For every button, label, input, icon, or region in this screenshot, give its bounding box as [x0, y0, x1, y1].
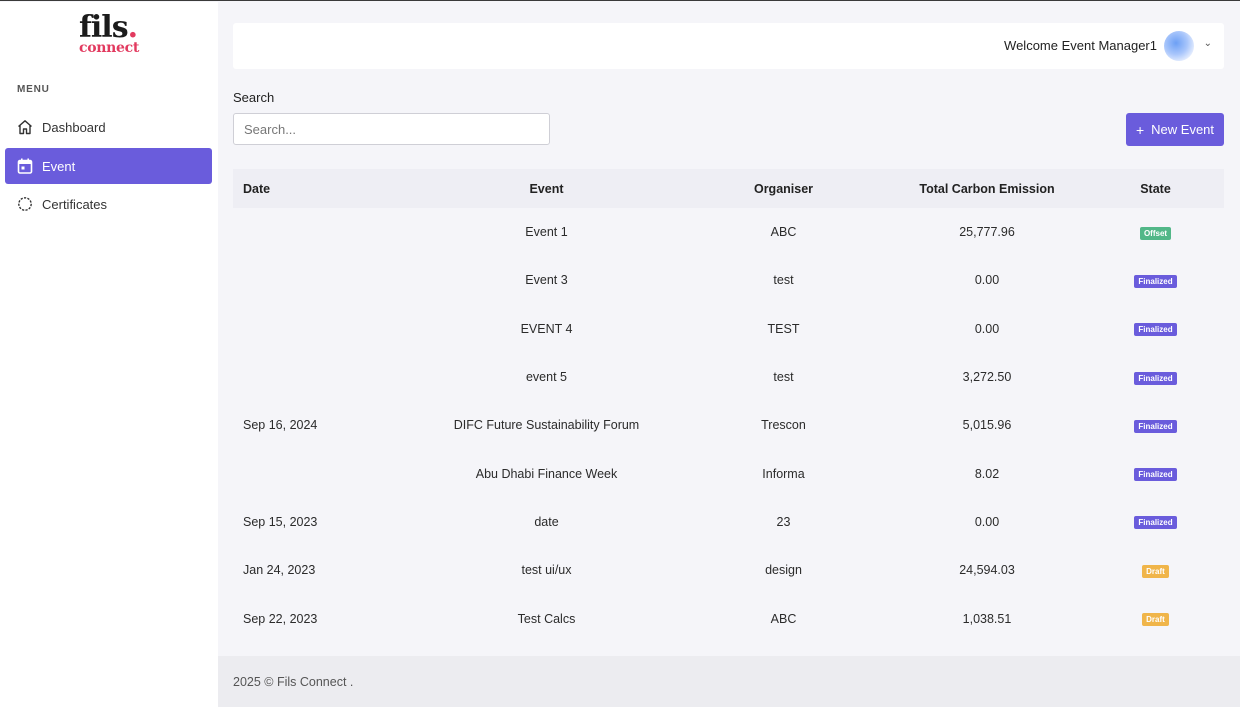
- footer: 2025 © Fils Connect .: [218, 656, 1240, 707]
- cell-state: Finalized: [1087, 321, 1224, 337]
- fils-connect-logo[interactable]: fils. connect: [79, 13, 149, 58]
- table-row[interactable]: event 5 test 3,272.50 Finalized: [233, 353, 1224, 401]
- calendar-icon: [16, 157, 34, 175]
- cell-date: Sep 16, 2024: [243, 418, 318, 433]
- cell-event: test ui/ux: [521, 563, 572, 578]
- cell-date: Sep 22, 2023: [243, 611, 318, 626]
- new-event-label: New Event: [1151, 122, 1215, 137]
- cell-state: Finalized: [1087, 514, 1224, 530]
- column-header-total-carbon-emission[interactable]: Total Carbon Emission: [887, 182, 1087, 196]
- cell-event: Event 1: [525, 225, 568, 240]
- sidebar: fils. connect MENU Dashboard Event Certi…: [0, 2, 218, 707]
- welcome-text: Welcome Event Manager1: [1004, 38, 1157, 53]
- badge-icon: [16, 195, 34, 213]
- table-row[interactable]: Abu Dhabi Finance Week Informa 8.02 Finaliz…: [233, 449, 1224, 497]
- table-header: Date Event Organiser Total Carbon Emissi…: [233, 169, 1224, 208]
- cell-date: Jan 24, 2023: [243, 563, 316, 578]
- table-row[interactable]: Sep 22, 2023 Test Calcs ABC 1,038.51 Draft: [233, 594, 1224, 642]
- sidebar-item-certificates[interactable]: Certificates: [5, 186, 212, 222]
- table-row[interactable]: Event 1 ABC 25,777.96 Offset: [233, 208, 1224, 256]
- cell-event: Abu Dhabi Finance Week: [475, 466, 618, 481]
- cell-event: event 5: [525, 370, 567, 385]
- sidebar-item-label: Dashboard: [42, 119, 106, 135]
- search-label: Search: [233, 90, 275, 105]
- cell-total-carbon-emission: 25,777.96: [959, 225, 1015, 240]
- status-badge: Finalized: [1134, 323, 1177, 337]
- cell-organiser: Trescon: [761, 418, 806, 433]
- sidebar-item-label: Event: [42, 158, 76, 174]
- cell-total-carbon-emission: 0.00: [974, 514, 1000, 529]
- column-header-event[interactable]: Event: [413, 182, 680, 196]
- plus-icon: +: [1135, 121, 1145, 138]
- cell-total-carbon-emission: 1,038.51: [962, 611, 1012, 626]
- cell-organiser: Informa: [762, 466, 805, 481]
- cell-total-carbon-emission: 0.00: [974, 321, 1000, 336]
- table-row[interactable]: EVENT 4 TEST 0.00 Finalized: [233, 305, 1224, 353]
- table-body: Event 1 ABC 25,777.96 Offset Event 3 test 0.00…: [233, 208, 1224, 643]
- cell-organiser: test: [773, 370, 794, 385]
- footer-text: 2025 © Fils Connect .: [233, 675, 354, 689]
- cell-total-carbon-emission: 0.00: [974, 273, 1000, 288]
- sidebar-item-label: Certificates: [42, 196, 108, 212]
- cell-organiser: design: [765, 563, 802, 578]
- cell-organiser: ABC: [770, 611, 797, 626]
- logo-bottom-text: connect: [79, 40, 140, 56]
- table-row[interactable]: Sep 16, 2024 DIFC Future Sustainability F…: [233, 401, 1224, 449]
- cell-total-carbon-emission: 8.02: [974, 466, 1000, 481]
- table-row[interactable]: Event 3 test 0.00 Finalized: [233, 256, 1224, 304]
- status-badge: Draft: [1142, 613, 1169, 627]
- cell-event: EVENT 4: [520, 321, 573, 336]
- new-event-button[interactable]: + New Event: [1126, 113, 1224, 146]
- cell-event: Test Calcs: [517, 611, 576, 626]
- column-header-organiser[interactable]: Organiser: [680, 182, 887, 196]
- status-badge: Offset: [1139, 226, 1172, 240]
- cell-state: Draft: [1087, 563, 1224, 578]
- menu-label: MENU: [17, 84, 50, 95]
- cell-state: Offset: [1087, 225, 1224, 240]
- column-header-state[interactable]: State: [1087, 182, 1224, 196]
- sidebar-item-event[interactable]: Event: [5, 148, 212, 184]
- column-header-date[interactable]: Date: [233, 182, 413, 196]
- home-icon: [16, 118, 34, 136]
- top-bar: Welcome Event Manager1 ⌄: [233, 23, 1224, 69]
- cell-total-carbon-emission: 5,015.96: [962, 418, 1012, 433]
- status-badge: Finalized: [1134, 468, 1177, 482]
- status-badge: Draft: [1142, 564, 1169, 578]
- cell-date: Sep 15, 2023: [243, 514, 318, 529]
- table-row[interactable]: Jan 24, 2023 test ui/ux design 24,594.03 Dra…: [233, 546, 1224, 594]
- cell-organiser: test: [773, 273, 794, 288]
- status-badge: Finalized: [1134, 419, 1177, 433]
- cell-event: DIFC Future Sustainability Forum: [453, 418, 640, 433]
- events-table: Date Event Organiser Total Carbon Emissi…: [233, 169, 1224, 643]
- avatar[interactable]: [1164, 31, 1194, 61]
- status-badge: Finalized: [1134, 371, 1177, 385]
- status-badge: Finalized: [1134, 274, 1177, 288]
- cell-event: Event 3: [525, 273, 568, 288]
- cell-event: date: [534, 514, 559, 529]
- table-row[interactable]: Sep 15, 2023 date 23 0.00 Finalized: [233, 498, 1224, 546]
- search-input[interactable]: [233, 113, 550, 145]
- cell-state: Finalized: [1087, 418, 1224, 433]
- sidebar-item-dashboard[interactable]: Dashboard: [5, 109, 212, 145]
- cell-total-carbon-emission: 24,594.03: [959, 563, 1015, 578]
- chevron-down-icon[interactable]: ⌄: [1204, 38, 1212, 49]
- cell-state: Finalized: [1087, 370, 1224, 385]
- cell-organiser: ABC: [770, 225, 797, 240]
- cell-organiser: TEST: [767, 321, 800, 336]
- cell-organiser: 23: [776, 514, 791, 529]
- cell-state: Draft: [1087, 611, 1224, 627]
- status-badge: Finalized: [1134, 516, 1177, 530]
- cell-total-carbon-emission: 3,272.50: [962, 370, 1012, 385]
- cell-state: Finalized: [1087, 466, 1224, 482]
- cell-state: Finalized: [1087, 273, 1224, 288]
